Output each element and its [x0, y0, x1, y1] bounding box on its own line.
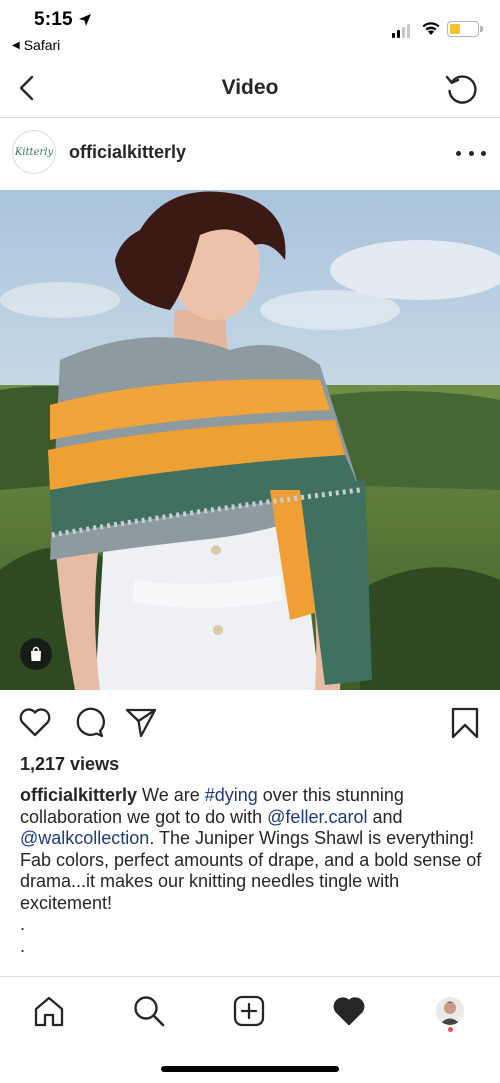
- post-caption: officialkitterly We are #dying over this…: [20, 785, 482, 914]
- home-icon[interactable]: [29, 991, 69, 1031]
- heart-icon[interactable]: [18, 706, 52, 738]
- back-app-label: Safari: [23, 37, 61, 53]
- status-time: 5:15: [34, 9, 73, 30]
- comment-icon[interactable]: [72, 706, 106, 738]
- add-post-icon[interactable]: [229, 991, 269, 1031]
- shawl-photo-illustration: [0, 190, 500, 690]
- profile-avatar: [436, 997, 464, 1025]
- account-avatar[interactable]: Kitterly: [12, 130, 56, 174]
- mention-link[interactable]: @walkcollection: [20, 828, 149, 848]
- shopping-bag-icon[interactable]: [20, 638, 52, 670]
- profile-tab[interactable]: [430, 991, 470, 1032]
- home-indicator: [161, 1066, 339, 1072]
- post-username[interactable]: officialkitterly: [69, 142, 186, 163]
- more-horizontal-icon[interactable]: [456, 144, 486, 162]
- post-action-bar: [0, 690, 500, 752]
- activity-heart-icon[interactable]: [329, 991, 369, 1031]
- view-count: 1,217 views: [20, 754, 120, 774]
- nav-bar: Video: [0, 60, 500, 118]
- caption-dot: .: [20, 936, 26, 956]
- caption-username[interactable]: officialkitterly: [20, 785, 137, 805]
- post-media-video[interactable]: [0, 190, 500, 690]
- post-header: Kitterly officialkitterly: [0, 118, 500, 190]
- back-triangle-icon: ◀: [12, 39, 20, 51]
- share-icon[interactable]: [124, 706, 158, 738]
- cellular-signal-icon: [392, 24, 410, 38]
- caption-text: We are: [137, 785, 205, 805]
- refresh-icon[interactable]: [442, 70, 482, 108]
- avatar-logo-text: Kitterly: [14, 146, 54, 158]
- search-icon[interactable]: [129, 991, 169, 1031]
- chevron-left-icon[interactable]: [14, 72, 42, 104]
- page-title: Video: [221, 76, 279, 99]
- battery-fill: [450, 24, 461, 34]
- back-to-app-link[interactable]: ◀ Safari: [12, 37, 60, 53]
- battery-icon: [447, 21, 483, 37]
- hashtag-link[interactable]: #dying: [205, 785, 258, 805]
- bookmark-icon[interactable]: [450, 706, 480, 740]
- status-bar: 5:15 ◀ Safari: [0, 0, 500, 60]
- caption-text: and: [367, 806, 403, 827]
- notification-dot: [448, 1027, 453, 1032]
- location-arrow-icon: [79, 14, 91, 26]
- mention-link[interactable]: @feller.carol: [267, 807, 367, 827]
- caption-dot: .: [20, 914, 26, 934]
- wifi-icon: [422, 22, 440, 35]
